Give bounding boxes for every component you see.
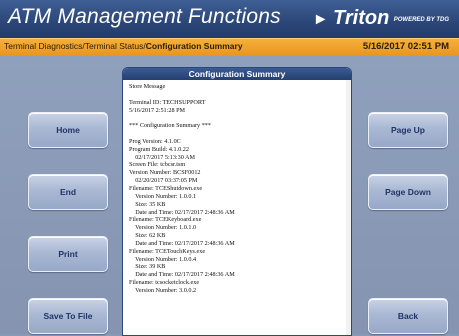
status-bar: Terminal Diagnostics/Terminal Status/Con… <box>0 38 459 57</box>
date-time: 5/16/2017 02:51 PM <box>362 41 449 52</box>
summary-line: *** Configuration Summary *** <box>129 122 211 130</box>
breadcrumb-path: Terminal Diagnostics/Terminal Status/ <box>4 41 146 51</box>
summary-line: Size: 62 KB <box>129 232 166 240</box>
summary-line: Terminal ID: TECHSUPPORT <box>129 98 206 106</box>
triton-logo: ► Triton POWERED BY TDG <box>313 7 449 29</box>
summary-line: Date and Time: 02/17/2017 2:48:36 AM <box>129 271 235 279</box>
summary-line: Store Message <box>129 83 166 90</box>
summary-line: Program Build: 4.1.0.22 <box>129 145 189 153</box>
summary-line: Size: 39 KB <box>129 263 166 271</box>
summary-line: Filename: tcsocketclock.exe <box>129 279 200 287</box>
summary-line: 02/20/2017 03:37:05 PM <box>129 177 198 185</box>
summary-line: Size: 35 KB <box>129 200 166 208</box>
page-up-button[interactable]: Page Up <box>368 112 448 148</box>
logo-tagline: POWERED BY TDG <box>393 16 449 23</box>
summary-line: 5/16/2017 2:51:28 PM <box>129 106 186 114</box>
app-title: ATM Management Functions <box>8 5 281 28</box>
back-button[interactable]: Back <box>368 298 448 334</box>
summary-line: Version Number: 1.0.1.0 <box>129 224 197 232</box>
panel-title: Configuration Summary <box>123 68 351 80</box>
summary-line: Date and Time: 02/17/2017 2:48:36 AM <box>129 208 235 216</box>
summary-line: Filename: TCEKeyboard.exe <box>129 216 202 224</box>
page-down-button[interactable]: Page Down <box>368 174 448 210</box>
configuration-summary-panel: Configuration Summary Store Message Term… <box>122 67 352 336</box>
summary-line: Version Number: 3.0.0.2 <box>129 286 197 294</box>
print-button[interactable]: Print <box>28 236 108 272</box>
summary-line: Prog Version: 4.1.0C <box>129 137 181 145</box>
summary-line: Filename: TCETouchKeys.exe <box>129 247 206 255</box>
app-header: ATM Management Functions ► Triton POWERE… <box>0 0 459 38</box>
logo-name: Triton <box>333 7 390 29</box>
configuration-summary-text[interactable]: Store Message Terminal ID: TECHSUPPORT 5… <box>123 80 351 295</box>
save-to-file-button[interactable]: Save To File <box>28 298 108 334</box>
summary-line: Screen File: tcbcsr.tsm <box>129 161 186 169</box>
breadcrumb-current: Configuration Summary <box>145 41 243 51</box>
triton-logo-icon: ► <box>312 11 329 28</box>
summary-line: Version Number: BCSF0012 <box>129 169 201 177</box>
summary-line: Version Number: 1.0.0.1 <box>129 192 197 200</box>
summary-line: Date and Time: 02/17/2017 2:48:36 AM <box>129 239 235 247</box>
summary-line: Version Number: 1.0.0.4 <box>129 255 197 263</box>
end-button[interactable]: End <box>28 174 108 210</box>
home-button[interactable]: Home <box>28 112 108 148</box>
summary-line: Filename: TCEShutdown.exe <box>129 184 203 192</box>
scrollbar[interactable] <box>346 80 351 335</box>
summary-line: 02/17/2017 5:13:30 AM <box>129 153 196 161</box>
breadcrumb: Terminal Diagnostics/Terminal Status/Con… <box>4 41 243 51</box>
